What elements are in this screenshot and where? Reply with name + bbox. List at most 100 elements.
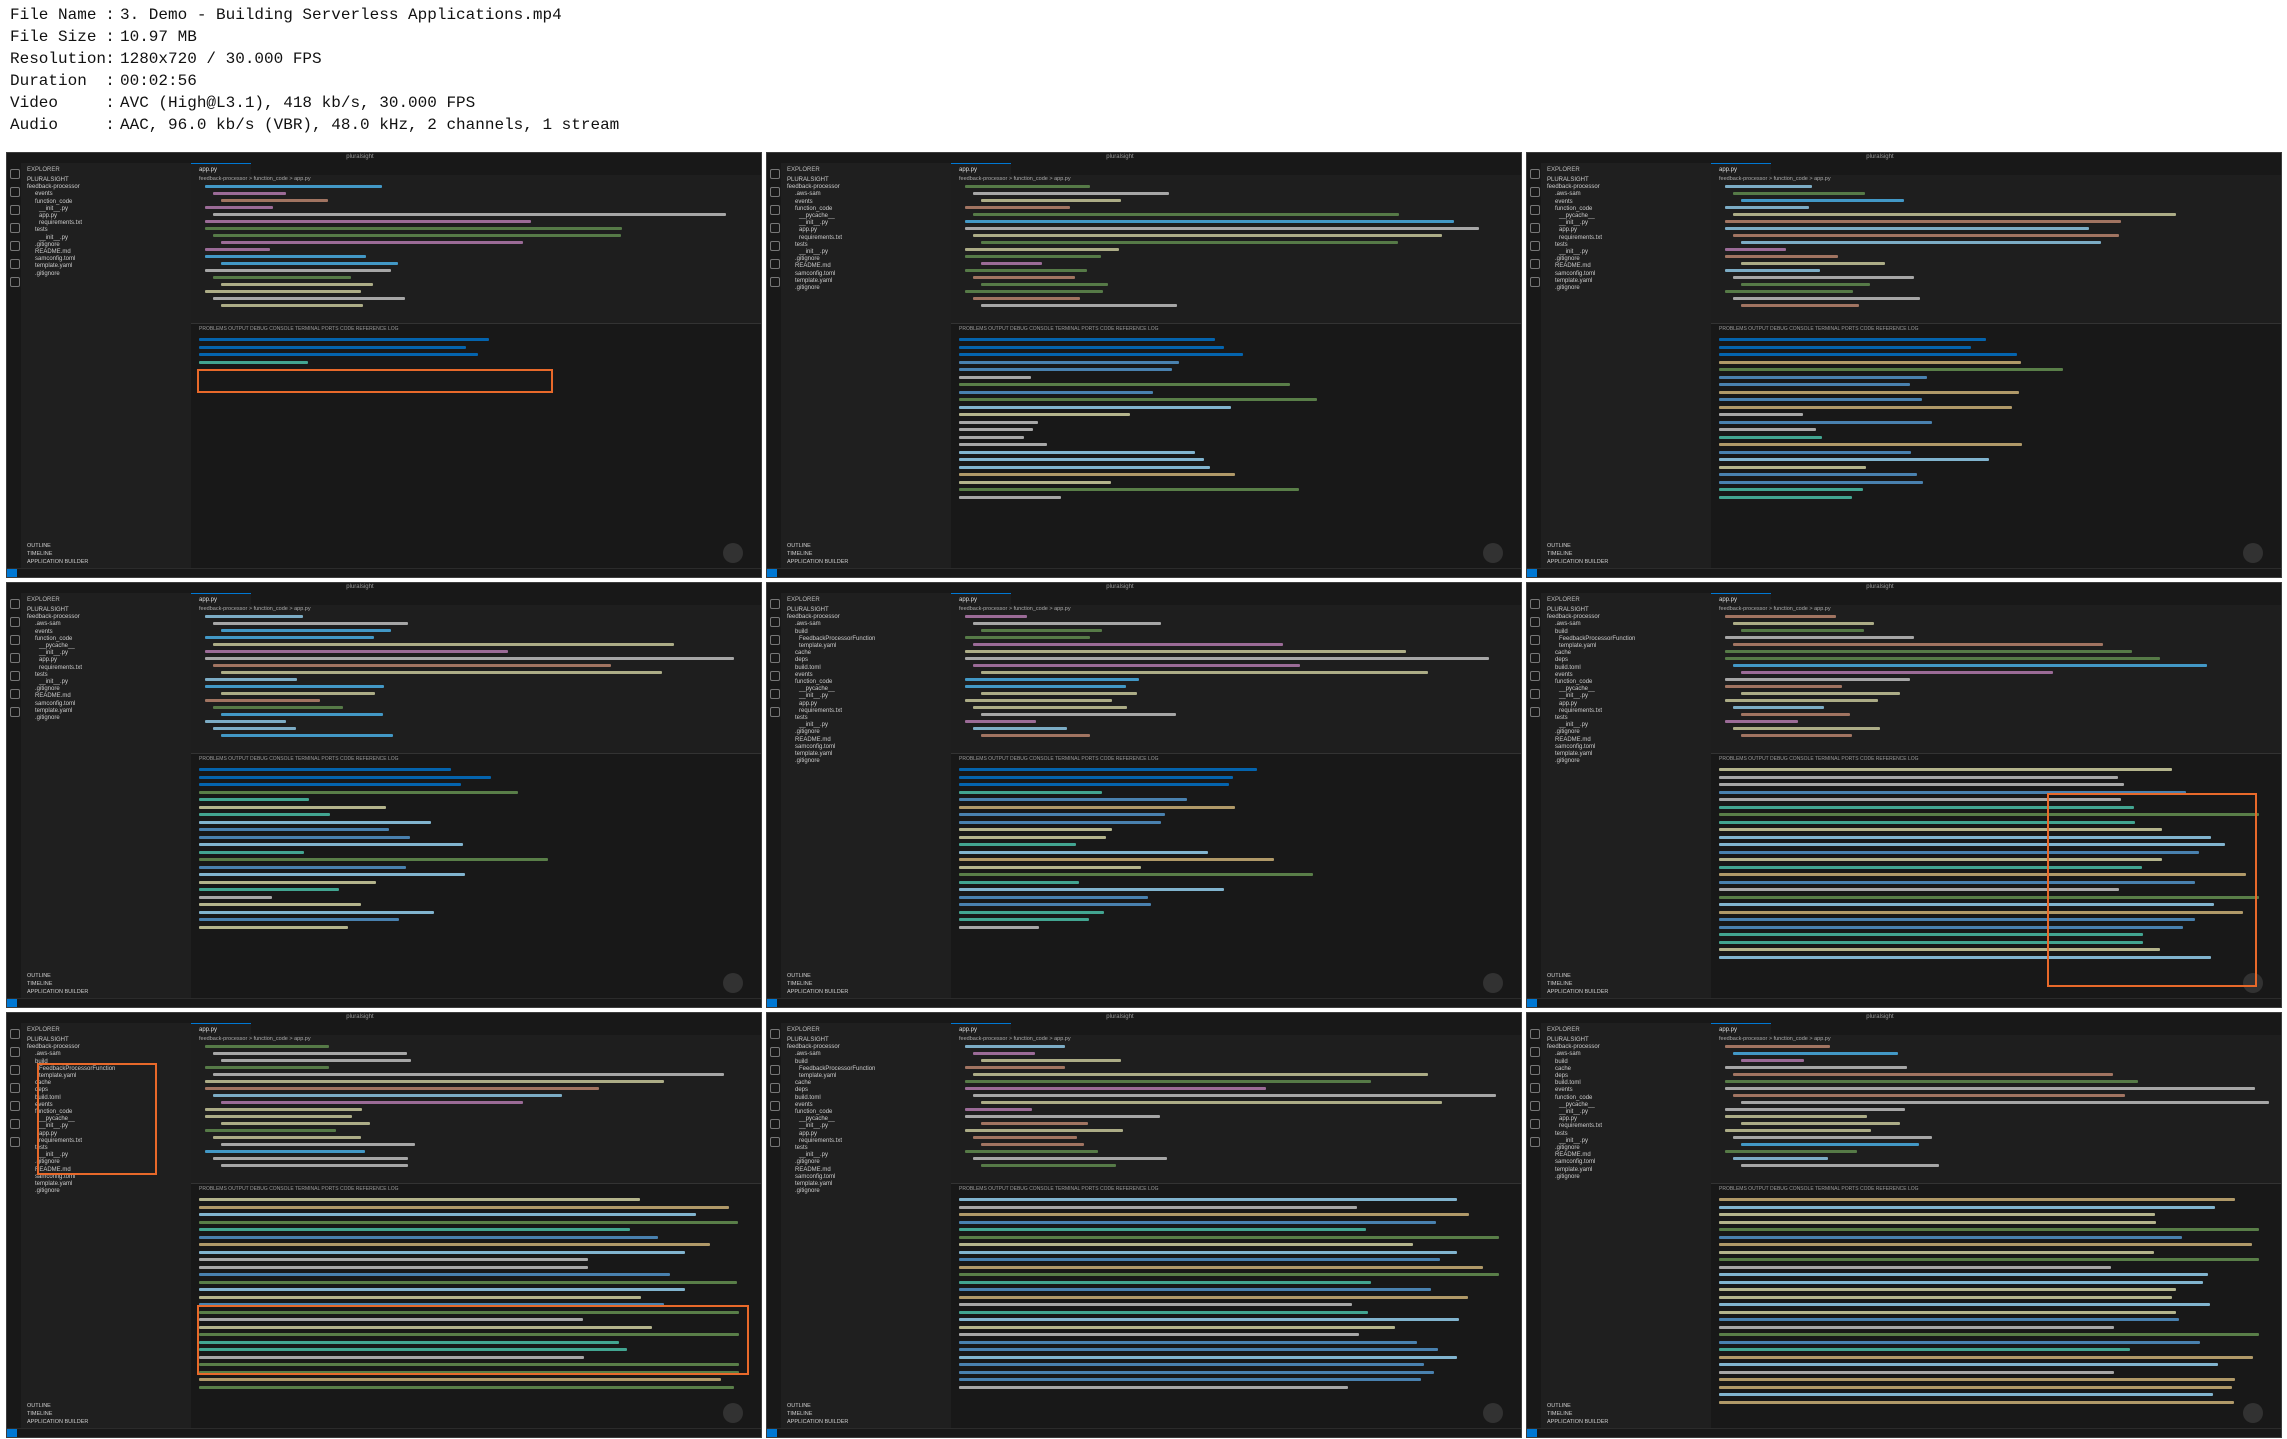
- tree-item[interactable]: feedback-processor: [1547, 614, 1600, 620]
- tree-item[interactable]: .gitignore: [35, 271, 60, 277]
- files-icon[interactable]: [10, 1029, 20, 1039]
- tree-item[interactable]: app.py: [799, 227, 817, 233]
- tree-item[interactable]: feedback-processor: [787, 1044, 840, 1050]
- sidebar-section[interactable]: OUTLINE: [1547, 543, 1571, 549]
- tree-item[interactable]: __init__.py: [799, 693, 828, 699]
- account-icon[interactable]: [770, 1137, 780, 1147]
- tree-item[interactable]: README.md: [1555, 263, 1591, 269]
- tree-item[interactable]: events: [1555, 672, 1573, 678]
- tree-item[interactable]: samconfig.toml: [35, 256, 75, 262]
- tree-item[interactable]: samconfig.toml: [1555, 271, 1595, 277]
- tree-item[interactable]: build.toml: [795, 1095, 821, 1101]
- aws-icon[interactable]: [10, 689, 20, 699]
- code-editor[interactable]: app.py feedback-processor > function_code…: [1711, 163, 2281, 323]
- tree-item[interactable]: template.yaml: [1555, 751, 1592, 757]
- sidebar-section[interactable]: TIMELINE: [787, 1411, 812, 1417]
- tree-item[interactable]: build: [1555, 629, 1568, 635]
- source-control-icon[interactable]: [1530, 1065, 1540, 1075]
- tree-item[interactable]: requirements.txt: [39, 220, 82, 226]
- source-control-icon[interactable]: [1530, 205, 1540, 215]
- tree-item[interactable]: events: [35, 629, 53, 635]
- remote-indicator[interactable]: [1527, 1429, 1537, 1437]
- extensions-icon[interactable]: [1530, 1101, 1540, 1111]
- tree-item[interactable]: .gitignore: [1555, 1174, 1580, 1180]
- tree-item[interactable]: .aws-sam: [35, 1051, 61, 1057]
- source-control-icon[interactable]: [1530, 635, 1540, 645]
- tree-item[interactable]: __init__.py: [1559, 220, 1588, 226]
- tree-item[interactable]: tests: [795, 242, 808, 248]
- tree-item[interactable]: .aws-sam: [795, 1051, 821, 1057]
- tree-item[interactable]: __init__.py: [799, 1152, 828, 1158]
- sidebar-section[interactable]: APPLICATION BUILDER: [787, 989, 848, 995]
- tree-item[interactable]: __pycache__: [1559, 686, 1595, 692]
- tree-item[interactable]: deps: [1555, 657, 1568, 663]
- tree-item[interactable]: events: [35, 191, 53, 197]
- tree-item[interactable]: PLURALSIGHT: [1547, 177, 1589, 183]
- tree-item[interactable]: function_code: [35, 636, 72, 642]
- tree-item[interactable]: events: [795, 672, 813, 678]
- tree-item[interactable]: app.py: [799, 701, 817, 707]
- tree-item[interactable]: requirements.txt: [1559, 708, 1602, 714]
- tree-item[interactable]: PLURALSIGHT: [1547, 607, 1589, 613]
- tree-item[interactable]: tests: [1555, 242, 1568, 248]
- tree-item[interactable]: .aws-sam: [35, 621, 61, 627]
- tree-item[interactable]: __init__.py: [799, 220, 828, 226]
- source-control-icon[interactable]: [770, 635, 780, 645]
- tree-item[interactable]: tests: [35, 672, 48, 678]
- account-icon[interactable]: [770, 277, 780, 287]
- run-debug-icon[interactable]: [770, 653, 780, 663]
- tree-item[interactable]: .gitignore: [1555, 729, 1580, 735]
- tree-item[interactable]: README.md: [795, 263, 831, 269]
- tree-item[interactable]: build.toml: [795, 665, 821, 671]
- account-icon[interactable]: [10, 707, 20, 717]
- aws-icon[interactable]: [1530, 259, 1540, 269]
- sidebar-section[interactable]: APPLICATION BUILDER: [787, 1419, 848, 1425]
- tree-item[interactable]: feedback-processor: [27, 184, 80, 190]
- sidebar-section[interactable]: TIMELINE: [1547, 551, 1572, 557]
- tree-item[interactable]: function_code: [795, 679, 832, 685]
- sidebar-section[interactable]: OUTLINE: [787, 543, 811, 549]
- sidebar-section[interactable]: TIMELINE: [1547, 1411, 1572, 1417]
- tree-item[interactable]: deps: [1555, 1073, 1568, 1079]
- remote-indicator[interactable]: [767, 569, 777, 577]
- aws-icon[interactable]: [770, 259, 780, 269]
- run-debug-icon[interactable]: [1530, 223, 1540, 233]
- tree-item[interactable]: build.toml: [1555, 665, 1581, 671]
- tab-app-py[interactable]: app.py: [1711, 1023, 1771, 1035]
- tree-item[interactable]: feedback-processor: [27, 614, 80, 620]
- account-icon[interactable]: [10, 277, 20, 287]
- tree-item[interactable]: template.yaml: [795, 1181, 832, 1187]
- files-icon[interactable]: [1530, 169, 1540, 179]
- tree-item[interactable]: __pycache__: [799, 686, 835, 692]
- tree-item[interactable]: __init__.py: [1559, 1109, 1588, 1115]
- tree-item[interactable]: template.yaml: [1555, 1167, 1592, 1173]
- extensions-icon[interactable]: [770, 241, 780, 251]
- tree-item[interactable]: .aws-sam: [1555, 621, 1581, 627]
- tree-item[interactable]: PLURALSIGHT: [27, 607, 69, 613]
- files-icon[interactable]: [770, 1029, 780, 1039]
- terminal-panel[interactable]: PROBLEMS OUTPUT DEBUG CONSOLE TERMINAL P…: [1711, 1183, 2281, 1429]
- tree-item[interactable]: __init__.py: [1559, 693, 1588, 699]
- terminal-panel[interactable]: PROBLEMS OUTPUT DEBUG CONSOLE TERMINAL P…: [191, 323, 761, 569]
- code-editor[interactable]: app.py feedback-processor > function_code…: [191, 1023, 761, 1183]
- tree-item[interactable]: events: [795, 199, 813, 205]
- tree-item[interactable]: requirements.txt: [799, 1138, 842, 1144]
- aws-icon[interactable]: [10, 1119, 20, 1129]
- tree-item[interactable]: requirements.txt: [799, 708, 842, 714]
- tree-item[interactable]: .gitignore: [795, 1188, 820, 1194]
- tree-item[interactable]: template.yaml: [1559, 643, 1596, 649]
- sidebar-section[interactable]: APPLICATION BUILDER: [1547, 559, 1608, 565]
- aws-icon[interactable]: [1530, 689, 1540, 699]
- sidebar-section[interactable]: TIMELINE: [1547, 981, 1572, 987]
- tree-item[interactable]: PLURALSIGHT: [1547, 1037, 1589, 1043]
- sidebar-section[interactable]: TIMELINE: [27, 981, 52, 987]
- tree-item[interactable]: README.md: [1555, 1152, 1591, 1158]
- tree-item[interactable]: .gitignore: [35, 715, 60, 721]
- sidebar-section[interactable]: OUTLINE: [787, 1403, 811, 1409]
- tree-item[interactable]: .aws-sam: [795, 621, 821, 627]
- tree-item[interactable]: __pycache__: [1559, 1102, 1595, 1108]
- tree-item[interactable]: deps: [795, 1087, 808, 1093]
- sidebar-section[interactable]: APPLICATION BUILDER: [1547, 989, 1608, 995]
- tree-item[interactable]: __init__.py: [799, 1123, 828, 1129]
- tree-item[interactable]: cache: [1555, 650, 1571, 656]
